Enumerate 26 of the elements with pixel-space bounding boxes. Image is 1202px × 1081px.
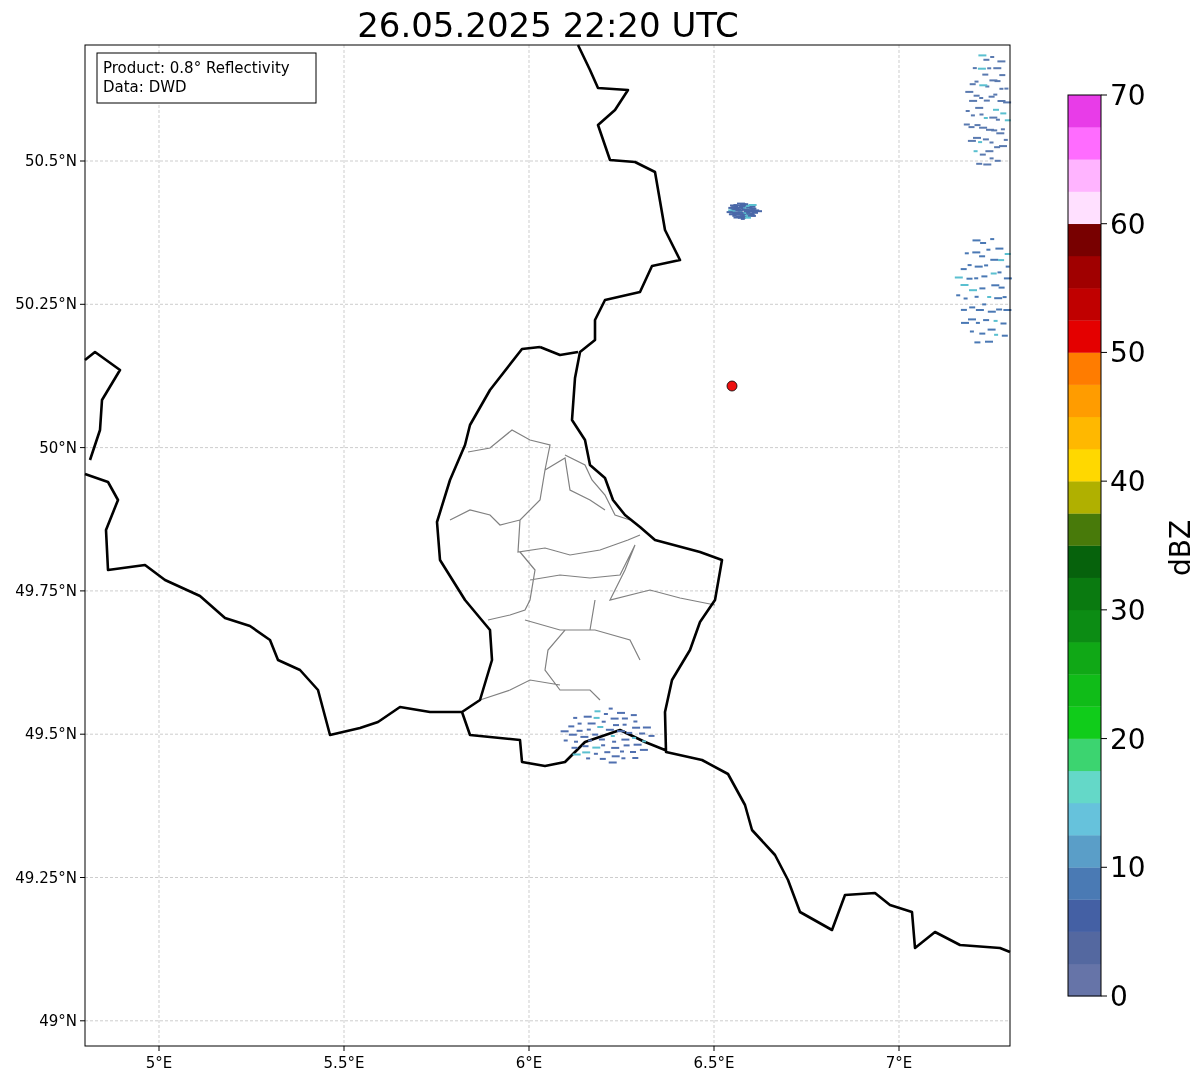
axis-tick-label: 50.25°N: [15, 295, 77, 314]
axis-tick-label: 49.5°N: [24, 725, 77, 744]
colorbar-tick-label: 60: [1110, 207, 1146, 241]
axis-tick-label: 49.75°N: [15, 581, 77, 600]
axis-tick-label: 5.5°E: [323, 1054, 365, 1072]
legend-text: Product: 0.8° Reflectivity: [103, 59, 290, 77]
axis-tick-label: 49°N: [39, 1011, 77, 1030]
axis-tick-label: 5°E: [145, 1054, 173, 1072]
colorbar-tick-label: 50: [1110, 336, 1146, 370]
colorbar-label: dBZ: [1164, 519, 1197, 577]
colorbar-tick-label: 20: [1110, 722, 1146, 756]
axis-tick-label: 6.5°E: [693, 1054, 735, 1072]
axis-tick-label: 50°N: [39, 438, 77, 457]
radar-echo-drawing: [726, 202, 762, 220]
legend-text: Data: DWD: [103, 78, 187, 96]
colorbar-tick-label: 30: [1110, 593, 1146, 627]
axis-tick-label: 50.5°N: [24, 152, 77, 170]
axis-tick-label: 6°E: [515, 1054, 543, 1072]
colorbar-tick-label: 70: [1110, 79, 1146, 112]
axis-tick-label: 7°E: [885, 1054, 913, 1072]
axis-tick-label: 49.25°N: [15, 868, 77, 887]
colorbar-tick-label: 40: [1110, 465, 1146, 499]
chart-title: 26.05.2025 22:20 UTC: [357, 5, 739, 45]
colorbar-tick-label: 10: [1110, 851, 1146, 885]
colorbar-tick-label: 0: [1110, 980, 1128, 1013]
radar-site-marker: [726, 380, 738, 392]
